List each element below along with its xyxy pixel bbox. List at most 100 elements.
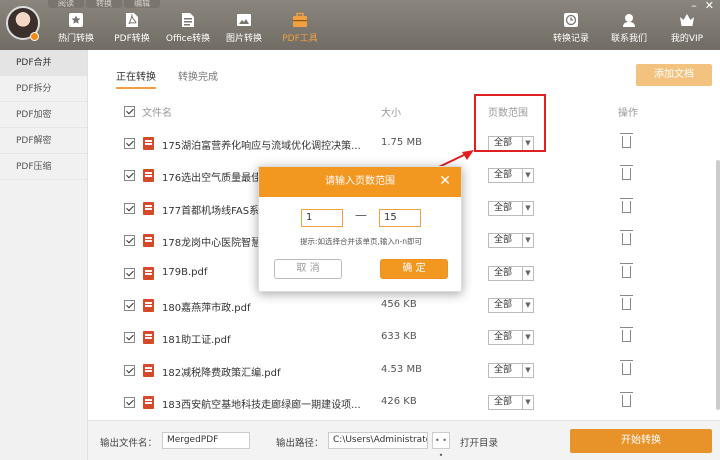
start-convert-button[interactable]: 开始转换 xyxy=(570,429,712,453)
close-window-button[interactable]: ✕ xyxy=(705,0,714,12)
file-size: 1.75 MB xyxy=(381,137,422,148)
range-dash: — xyxy=(355,208,367,222)
delete-icon[interactable] xyxy=(620,197,633,213)
table-row[interactable]: 181助工证.pdf 633 KB 全部 ▼ xyxy=(122,322,682,354)
row-checkbox[interactable] xyxy=(124,138,135,149)
file-name: 183西安航空基地科技走廊绿廊一期建设项... xyxy=(162,400,361,412)
delete-icon[interactable] xyxy=(620,133,633,148)
page-range-select[interactable]: 全部 ▼ xyxy=(488,330,534,346)
chevron-down-icon: ▼ xyxy=(522,298,533,312)
minimize-button[interactable]: – xyxy=(691,0,697,12)
dialog-header: 请输入页数范围 ✕ xyxy=(259,167,461,197)
page-range-highlight-box xyxy=(474,94,546,152)
close-icon[interactable]: ✕ xyxy=(439,167,451,195)
page-range-value: 全部 xyxy=(494,202,513,213)
nav-label: 图片转换 xyxy=(225,34,262,44)
row-checkbox[interactable] xyxy=(124,397,135,409)
contact-icon xyxy=(623,14,635,27)
page-range-value: 全部 xyxy=(494,299,513,310)
window-tab-edit[interactable]: 编辑 xyxy=(124,0,160,8)
page-range-value: 全部 xyxy=(494,364,513,375)
table-row[interactable]: 182减税降费政策汇编.pdf 4.53 MB 全部 ▼ xyxy=(122,355,682,387)
nav-vip[interactable]: 我的VIP xyxy=(658,12,716,44)
sidebar-item-pdf-merge[interactable]: PDF合并 xyxy=(0,50,87,76)
nav-label: 热门转换 xyxy=(57,34,94,44)
row-checkbox[interactable] xyxy=(124,235,135,247)
crown-icon xyxy=(680,14,694,26)
cancel-button[interactable]: 取 消 xyxy=(274,259,342,279)
pdf-file-icon xyxy=(143,266,154,280)
scrollbar[interactable] xyxy=(716,160,720,410)
select-all-checkbox[interactable] xyxy=(124,106,135,117)
table-row[interactable]: 183西安航空基地科技走廊绿廊一期建设项... 426 KB 全部 ▼ xyxy=(122,387,682,419)
page-range-select[interactable]: 全部 ▼ xyxy=(488,200,534,216)
sidebar-item-pdf-decrypt[interactable]: PDF解密 xyxy=(0,128,87,154)
column-header-actions: 操作 xyxy=(618,108,638,119)
page-range-select[interactable]: 全部 ▼ xyxy=(488,395,534,411)
window-tab-read[interactable]: 阅读 xyxy=(48,0,84,8)
window-tab-convert[interactable]: 转换 xyxy=(86,0,122,8)
range-to-input[interactable]: 15 xyxy=(379,209,421,227)
row-checkbox[interactable] xyxy=(124,267,135,279)
delete-icon[interactable] xyxy=(620,294,633,310)
row-checkbox[interactable] xyxy=(124,364,135,376)
file-size: 633 KB xyxy=(381,331,417,343)
nav-hot-convert[interactable]: 热门转换 xyxy=(48,12,104,44)
nav-pdf-convert[interactable]: PDF转换 xyxy=(104,12,160,44)
toolbox-icon xyxy=(293,12,307,27)
page-range-select[interactable]: 全部 ▼ xyxy=(488,297,534,313)
file-name: 176选出空气质量最佳 xyxy=(162,173,262,185)
file-size: 456 KB xyxy=(381,298,417,310)
chevron-down-icon: ▼ xyxy=(522,363,533,377)
output-path-label: 输出路径： xyxy=(276,438,324,449)
sidebar-item-pdf-compress[interactable]: PDF压缩 xyxy=(0,154,87,180)
row-checkbox[interactable] xyxy=(124,299,135,311)
nav-contact[interactable]: 联系我们 xyxy=(600,12,658,44)
footer-bar: 输出文件名： MergedPDF 输出路径： C:\Users\Administ… xyxy=(88,420,720,460)
table-row[interactable]: 180嘉燕萍市政.pdf 456 KB 全部 ▼ xyxy=(122,290,682,322)
open-directory-link[interactable]: 打开目录 xyxy=(460,435,498,449)
pdf-file-icon xyxy=(143,396,154,410)
file-name: 178龙岗中心医院智慧 xyxy=(162,238,262,250)
tab-completed[interactable]: 转换完成 xyxy=(178,68,218,89)
page-range-select[interactable]: 全部 ▼ xyxy=(488,233,534,249)
pdf-file-icon xyxy=(143,363,154,377)
delete-icon[interactable] xyxy=(620,327,633,343)
sidebar-item-pdf-encrypt[interactable]: PDF加密 xyxy=(0,102,87,128)
delete-icon[interactable] xyxy=(620,165,633,181)
table-row[interactable]: 175湖泊富营养化响应与流域优化调控决策... 1.75 MB 全部 ▼ xyxy=(122,128,682,160)
file-name: 182减税降费政策汇编.pdf xyxy=(162,367,281,379)
add-document-button[interactable]: 添加文档 xyxy=(636,64,712,86)
nav-image-convert[interactable]: 图片转换 xyxy=(216,12,272,44)
page-range-value: 全部 xyxy=(494,397,513,408)
delete-icon[interactable] xyxy=(620,392,633,408)
nav-office-convert[interactable]: Office转换 xyxy=(160,12,216,44)
image-icon xyxy=(237,14,251,26)
dialog-title: 请输入页数范围 xyxy=(325,176,395,187)
row-checkbox[interactable] xyxy=(124,170,135,182)
page-range-select[interactable]: 全部 ▼ xyxy=(488,265,534,281)
nav-pdf-tools[interactable]: PDF工具 xyxy=(272,12,328,44)
page-range-select[interactable]: 全部 ▼ xyxy=(488,362,534,378)
output-name-input[interactable]: MergedPDF xyxy=(162,432,250,449)
clock-icon xyxy=(564,13,578,27)
tab-converting[interactable]: 正在转换 xyxy=(116,68,156,89)
confirm-button[interactable]: 确 定 xyxy=(380,259,448,279)
file-name: 179B.pdf xyxy=(162,266,208,278)
delete-icon[interactable] xyxy=(620,230,633,246)
range-from-input[interactable]: 1 xyxy=(301,209,343,227)
nav-label: 联系我们 xyxy=(610,34,647,44)
row-checkbox[interactable] xyxy=(124,202,135,214)
status-tabs: 正在转换 转换完成 xyxy=(116,68,218,89)
chevron-down-icon: ▼ xyxy=(522,331,533,345)
nav-history[interactable]: 转换记录 xyxy=(542,12,600,44)
delete-icon[interactable] xyxy=(620,359,633,375)
row-checkbox[interactable] xyxy=(124,332,135,344)
browse-button[interactable]: • • • xyxy=(432,432,450,460)
pdf-file-icon xyxy=(143,169,154,183)
page-range-select[interactable]: 全部 ▼ xyxy=(488,168,534,184)
sidebar-item-pdf-split[interactable]: PDF拆分 xyxy=(0,76,87,102)
delete-icon[interactable] xyxy=(620,262,633,278)
output-path-input[interactable]: C:\Users\Administrator xyxy=(328,432,428,449)
output-name-label: 输出文件名： xyxy=(100,438,158,449)
